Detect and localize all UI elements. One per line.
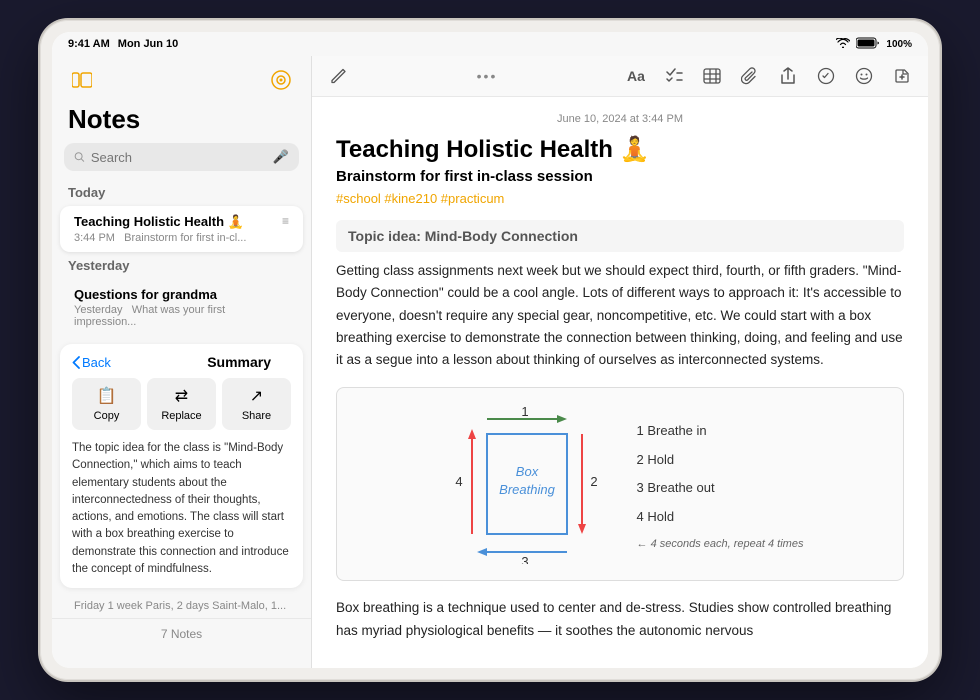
note-toolbar: ••• Aa <box>312 56 928 97</box>
svg-text:Breathing: Breathing <box>499 482 555 497</box>
note-body-paragraph: Getting class assignments next week but … <box>336 260 904 371</box>
step-4: 4 Hold <box>637 505 804 530</box>
note-list-icon: ≡ <box>282 214 289 228</box>
summary-panel: Back Summary 📋 Copy ⇄ Replace <box>60 344 303 588</box>
summary-text: The topic idea for the class is "Mind-Bo… <box>72 440 291 578</box>
status-bar: 9:41 AM Mon Jun 10 <box>52 32 928 56</box>
share-note-button[interactable] <box>774 62 802 90</box>
attachment-button[interactable] <box>736 62 764 90</box>
note-title-teaching: Teaching Holistic Health 🧘 <box>74 214 244 230</box>
share-button[interactable]: ↗ Share <box>222 378 291 430</box>
svg-text:2: 2 <box>590 474 597 489</box>
format-button[interactable]: Aa <box>622 62 650 90</box>
topic-section-title: Topic idea: Mind-Body Connection <box>336 220 904 252</box>
note-date: June 10, 2024 at 3:44 PM <box>336 113 904 125</box>
steps-list: 1 Breathe in 2 Hold 3 Breathe out 4 Hold <box>637 419 804 530</box>
battery-icon <box>856 37 880 52</box>
search-input[interactable] <box>91 150 267 165</box>
replace-button[interactable]: ⇄ Replace <box>147 378 216 430</box>
summary-back-row: Back Summary <box>72 354 291 370</box>
note-detail: ••• Aa <box>312 56 928 668</box>
notes-count: 7 Notes <box>52 618 311 649</box>
note-item-grandma[interactable]: Questions for grandma Yesterday What was… <box>60 279 303 336</box>
action-buttons: 📋 Copy ⇄ Replace ↗ Share <box>72 378 291 430</box>
emoji-button[interactable] <box>850 62 878 90</box>
search-bar[interactable]: 🎤 <box>64 143 299 171</box>
pencil-tool-button[interactable] <box>324 62 352 90</box>
wifi-icon <box>836 38 850 51</box>
diagram-container: 1 2 3 <box>336 387 904 581</box>
note-subtitle: Brainstorm for first in-class session <box>336 168 904 185</box>
toolbar-dots: ••• <box>477 68 498 84</box>
back-button[interactable]: Back <box>72 355 111 370</box>
replace-icon: ⇄ <box>175 386 188 406</box>
note-tags: #school #kine210 #practicum <box>336 191 904 206</box>
battery-pct: 100% <box>886 39 912 50</box>
screen: 9:41 AM Mon Jun 10 <box>52 32 928 668</box>
copy-button[interactable]: 📋 Copy <box>72 378 141 430</box>
sidebar-header <box>52 56 311 100</box>
step-3: 3 Breathe out <box>637 476 804 501</box>
summary-title: Summary <box>207 354 271 370</box>
note-item-teaching[interactable]: Teaching Holistic Health 🧘 ≡ 3:44 PM Bra… <box>60 206 303 252</box>
date: Mon Jun 10 <box>118 38 179 50</box>
new-note-button[interactable] <box>888 62 916 90</box>
time: 9:41 AM <box>68 38 110 50</box>
app-body: Notes 🎤 Today Teaching Holistic Health 🧘… <box>52 56 928 668</box>
compose-button[interactable] <box>267 66 295 94</box>
svg-text:3: 3 <box>521 554 528 564</box>
copy-icon: 📋 <box>97 386 117 406</box>
svg-text:4: 4 <box>455 474 462 489</box>
note-bottom-text: Box breathing is a technique used to cen… <box>336 597 904 642</box>
ipad-frame: 9:41 AM Mon Jun 10 <box>40 20 940 680</box>
extra-note-preview: Friday 1 week Paris, 2 days Saint-Malo, … <box>60 596 303 616</box>
sidebar: Notes 🎤 Today Teaching Holistic Health 🧘… <box>52 56 312 668</box>
section-yesterday: Yesterday <box>52 254 311 277</box>
svg-text:1: 1 <box>521 404 528 419</box>
sidebar-toggle-button[interactable] <box>68 66 96 94</box>
note-meta-teaching: 3:44 PM Brainstorm for first in-cl... <box>74 232 289 244</box>
step-1: 1 Breathe in <box>637 419 804 444</box>
svg-text:Box: Box <box>515 464 538 479</box>
note-content[interactable]: June 10, 2024 at 3:44 PM Teaching Holist… <box>312 97 928 668</box>
box-diagram: 1 2 3 <box>437 404 617 564</box>
steps-note: ← 4 seconds each, repeat 4 times <box>637 538 804 550</box>
checklist-button[interactable] <box>660 62 688 90</box>
note-main-title: Teaching Holistic Health 🧘 <box>336 135 904 164</box>
mic-icon: 🎤 <box>273 149 289 165</box>
notes-title: Notes <box>52 100 311 143</box>
share-icon-action: ↗ <box>250 386 263 406</box>
table-button[interactable] <box>698 62 726 90</box>
step-2: 2 Hold <box>637 448 804 473</box>
note-meta-grandma: Yesterday What was your first impression… <box>74 304 289 328</box>
format-icon: Aa <box>627 68 645 84</box>
markup-button[interactable] <box>812 62 840 90</box>
section-today: Today <box>52 181 311 204</box>
note-title-grandma: Questions for grandma <box>74 287 217 302</box>
